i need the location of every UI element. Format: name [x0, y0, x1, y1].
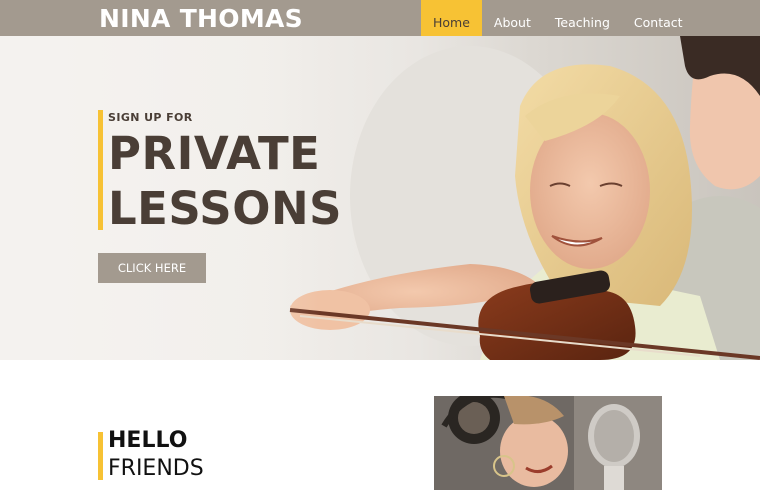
intro-accent-bar — [98, 432, 103, 480]
site-header: NINA THOMAS Home About Teaching Contact — [0, 0, 760, 36]
singer-photo — [434, 396, 662, 490]
singer-image — [434, 396, 662, 490]
hero-banner: SIGN UP FOR PRIVATE LESSONS CLICK HERE — [0, 36, 760, 360]
nav-teaching[interactable]: Teaching — [543, 0, 622, 36]
hero-headline-line1: PRIVATE — [108, 127, 321, 180]
main-nav: Home About Teaching Contact — [421, 0, 695, 36]
hero-headline-line2: LESSONS — [108, 182, 343, 235]
site-logo[interactable]: NINA THOMAS — [99, 6, 303, 31]
click-here-button[interactable]: CLICK HERE — [98, 253, 206, 283]
nav-about[interactable]: About — [482, 0, 543, 36]
nav-contact[interactable]: Contact — [622, 0, 695, 36]
intro-title: HELLO — [108, 428, 188, 453]
hero-kicker: SIGN UP FOR — [108, 111, 193, 124]
hero-accent-bar — [98, 110, 103, 230]
intro-subtitle: FRIENDS — [108, 456, 204, 481]
hero-headline: PRIVATE LESSONS — [108, 126, 342, 236]
nav-home[interactable]: Home — [421, 0, 482, 36]
